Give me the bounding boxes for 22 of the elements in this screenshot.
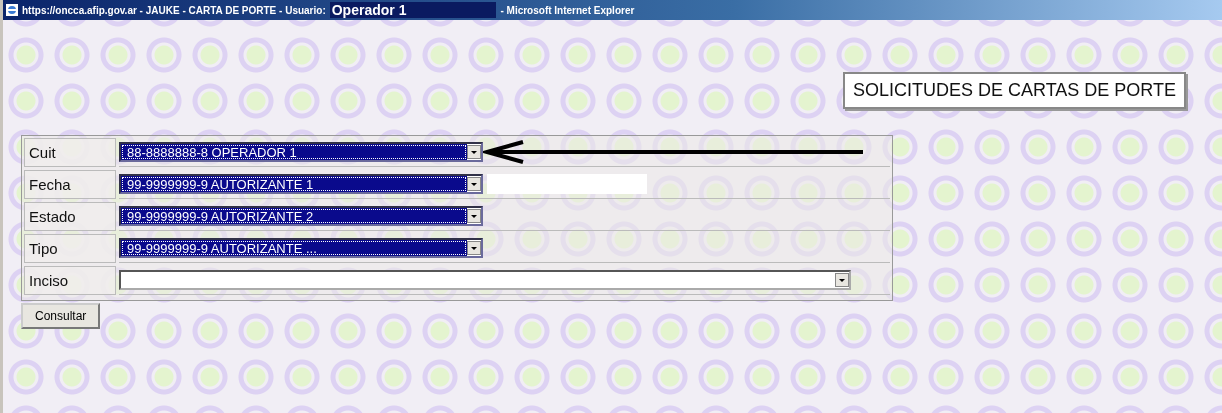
caret-icon [467, 241, 481, 255]
browser-icon [6, 4, 18, 16]
caret-icon [467, 145, 481, 159]
dropdown[interactable]: 88-8888888-8 OPERADOR 1 [119, 142, 483, 162]
window-title: https://oncca.afip.gov.ar - JAUKE - CARTA DE PORTE - Usuario: [22, 4, 326, 16]
dropdown[interactable] [119, 270, 851, 290]
field-label: Tipo [24, 234, 116, 263]
caret-icon [835, 273, 849, 287]
dropdown[interactable]: 99-9999999-9 AUTORIZANTE 1 [119, 174, 483, 194]
field-label: Fecha [24, 170, 116, 199]
window-title: Operador 1 [329, 2, 497, 18]
window-title: - Microsoft Internet Explorer [500, 4, 635, 16]
page-heading: SOLICITUDES DE CARTAS DE PORTE [842, 72, 1186, 109]
consultar-button[interactable]: Consultar [21, 303, 101, 329]
field-label: Estado [24, 202, 116, 231]
caret-icon [467, 177, 481, 191]
input-field[interactable] [487, 174, 647, 194]
dropdown[interactable]: 99-9999999-9 AUTORIZANTE 2 [119, 206, 483, 226]
field-label: Cuit [24, 138, 116, 167]
caret-icon [467, 209, 481, 223]
field-label: Inciso [24, 266, 116, 295]
dropdown[interactable]: 99-9999999-9 AUTORIZANTE ... [119, 238, 483, 258]
